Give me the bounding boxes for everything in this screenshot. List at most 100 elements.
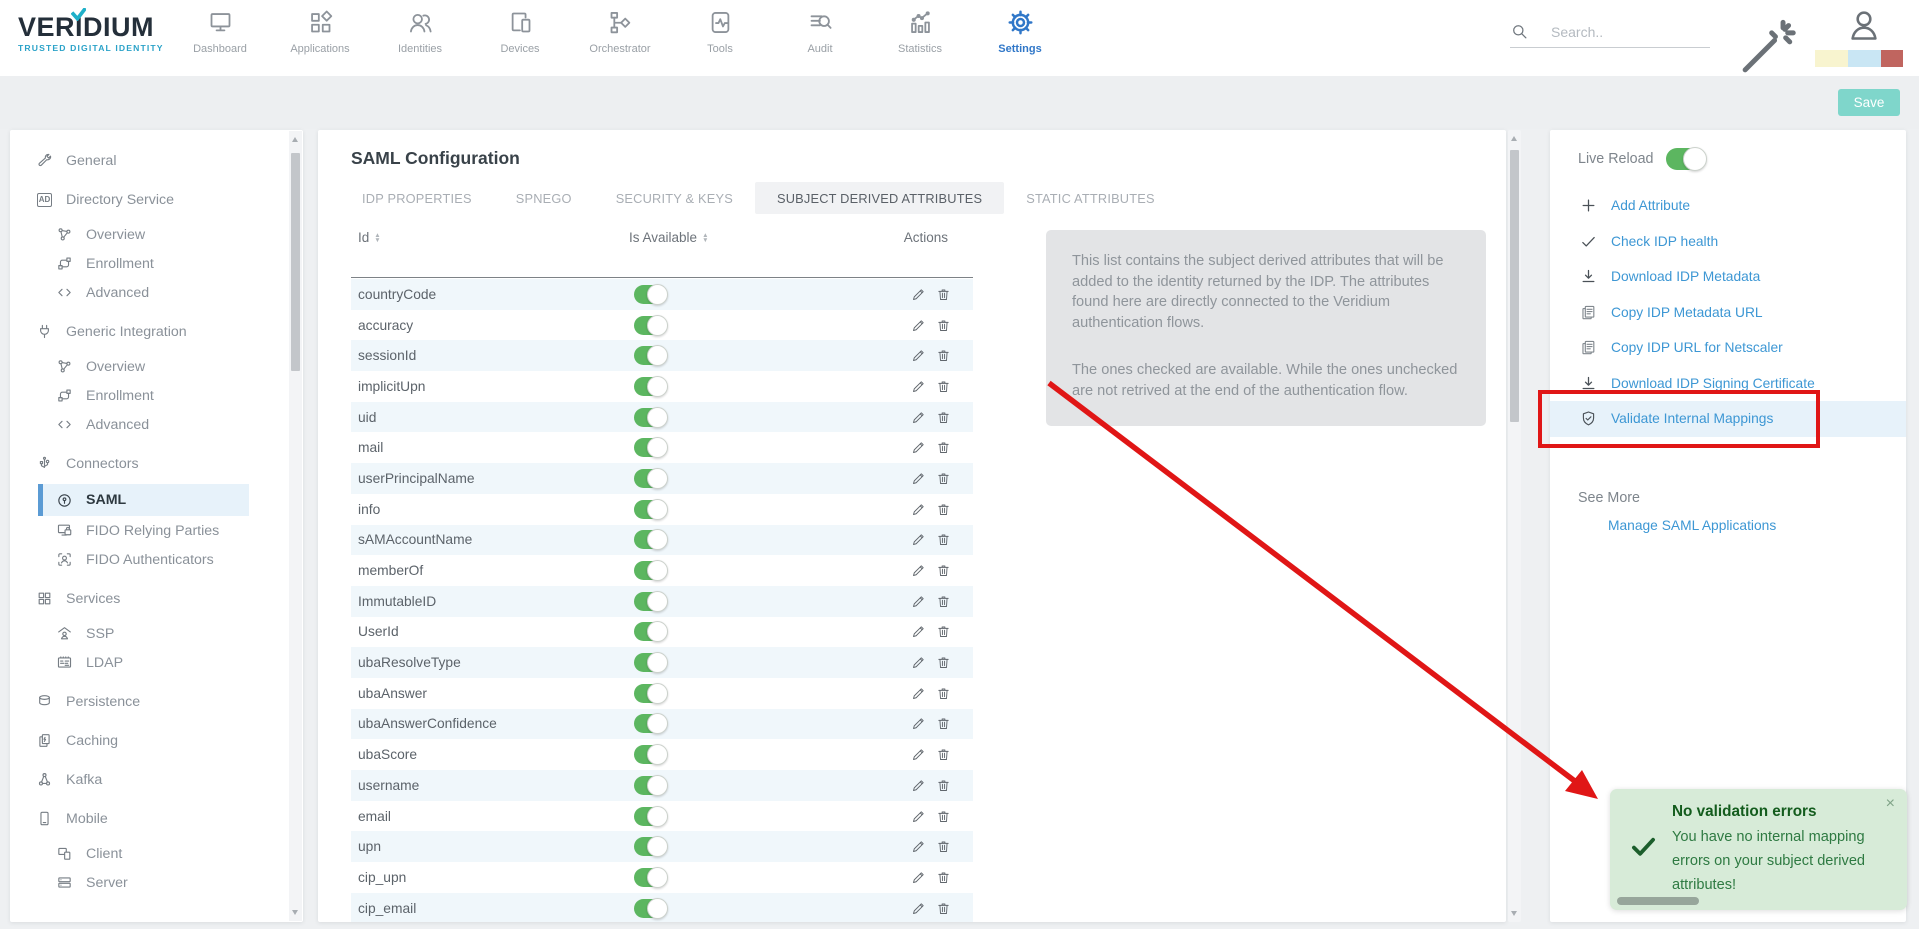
edit-icon[interactable] xyxy=(911,287,926,302)
nav-item[interactable]: Audit xyxy=(770,9,870,55)
edit-icon[interactable] xyxy=(911,870,926,885)
edit-icon[interactable] xyxy=(911,747,926,762)
sidebar-item[interactable]: Advanced xyxy=(10,278,303,307)
delete-icon[interactable] xyxy=(936,870,951,885)
delete-icon[interactable] xyxy=(936,655,951,670)
is-available-toggle[interactable] xyxy=(634,500,666,519)
delete-icon[interactable] xyxy=(936,839,951,854)
nav-item[interactable]: Applications xyxy=(270,9,370,55)
is-available-toggle[interactable] xyxy=(634,837,666,856)
edit-icon[interactable] xyxy=(911,471,926,486)
sidebar-item[interactable]: SSP xyxy=(10,619,303,648)
is-available-toggle[interactable] xyxy=(634,653,666,672)
edit-icon[interactable] xyxy=(911,716,926,731)
tab[interactable]: SUBJECT DERIVED ATTRIBUTES xyxy=(755,182,1004,214)
edit-icon[interactable] xyxy=(911,563,926,578)
delete-icon[interactable] xyxy=(936,563,951,578)
sidebar-scrollbar[interactable] xyxy=(289,131,302,921)
tab[interactable]: IDP PROPERTIES xyxy=(340,182,494,214)
delete-icon[interactable] xyxy=(936,410,951,425)
sidebar-item[interactable]: FIDO Authenticators xyxy=(10,545,303,574)
delete-icon[interactable] xyxy=(936,471,951,486)
sidebar-item[interactable]: Overview xyxy=(10,220,303,249)
edit-icon[interactable] xyxy=(911,901,926,916)
is-available-toggle[interactable] xyxy=(634,530,666,549)
column-header-is-available[interactable]: Is Available ▲▼ xyxy=(629,230,709,245)
delete-icon[interactable] xyxy=(936,809,951,824)
manage-saml-applications-link[interactable]: Manage SAML Applications xyxy=(1608,518,1776,533)
nav-item[interactable]: Identities xyxy=(370,9,470,55)
is-available-toggle[interactable] xyxy=(634,469,666,488)
delete-icon[interactable] xyxy=(936,778,951,793)
panel-action[interactable]: Validate Internal Mappings xyxy=(1550,401,1906,437)
sidebar-item[interactable]: Mobile xyxy=(10,804,303,833)
nav-item[interactable]: Settings xyxy=(970,9,1070,55)
delete-icon[interactable] xyxy=(936,594,951,609)
is-available-toggle[interactable] xyxy=(634,346,666,365)
sidebar-item[interactable]: Persistence xyxy=(10,687,303,716)
panel-action[interactable]: Copy IDP URL for Netscaler xyxy=(1550,330,1906,366)
sidebar-item[interactable]: Client xyxy=(10,839,303,868)
delete-icon[interactable] xyxy=(936,287,951,302)
is-available-toggle[interactable] xyxy=(634,561,666,580)
search-input[interactable] xyxy=(1549,23,1693,41)
veridium-logo[interactable]: VERIDIUM TRUSTED DIGITAL IDENTITY xyxy=(18,14,164,53)
delete-icon[interactable] xyxy=(936,379,951,394)
delete-icon[interactable] xyxy=(936,502,951,517)
panel-action[interactable]: Download IDP Metadata xyxy=(1550,259,1906,295)
sidebar-item[interactable]: Enrollment xyxy=(10,381,303,410)
edit-icon[interactable] xyxy=(911,440,926,455)
tab[interactable]: STATIC ATTRIBUTES xyxy=(1004,182,1177,214)
is-available-toggle[interactable] xyxy=(634,592,666,611)
tab[interactable]: SPNEGO xyxy=(494,182,594,214)
sidebar-item[interactable]: Caching xyxy=(10,726,303,755)
is-available-toggle[interactable] xyxy=(634,316,666,335)
panel-action[interactable]: Add Attribute xyxy=(1550,188,1906,224)
live-reload-toggle[interactable] xyxy=(1666,148,1706,170)
is-available-toggle[interactable] xyxy=(634,714,666,733)
nav-item[interactable]: Tools xyxy=(670,9,770,55)
delete-icon[interactable] xyxy=(936,348,951,363)
nav-item[interactable]: Dashboard xyxy=(170,9,270,55)
delete-icon[interactable] xyxy=(936,901,951,916)
is-available-toggle[interactable] xyxy=(634,622,666,641)
panel-action[interactable]: Copy IDP Metadata URL xyxy=(1550,295,1906,331)
scroll-up-icon[interactable] xyxy=(292,137,298,142)
edit-icon[interactable] xyxy=(911,348,926,363)
edit-icon[interactable] xyxy=(911,809,926,824)
edit-icon[interactable] xyxy=(911,624,926,639)
save-button[interactable]: Save xyxy=(1838,89,1900,116)
edit-icon[interactable] xyxy=(911,318,926,333)
nav-item[interactable]: Statistics xyxy=(870,9,970,55)
sidebar-item[interactable]: Enrollment xyxy=(10,249,303,278)
edit-icon[interactable] xyxy=(911,379,926,394)
is-available-toggle[interactable] xyxy=(634,899,666,918)
edit-icon[interactable] xyxy=(911,410,926,425)
is-available-toggle[interactable] xyxy=(634,408,666,427)
sidebar-item[interactable]: Overview xyxy=(10,352,303,381)
edit-icon[interactable] xyxy=(911,594,926,609)
close-icon[interactable] xyxy=(1886,795,1895,813)
scroll-up-icon[interactable] xyxy=(1511,136,1517,141)
sidebar-item[interactable]: SAML xyxy=(38,484,249,516)
panel-action[interactable]: Download IDP Signing Certificate xyxy=(1550,366,1906,402)
is-available-toggle[interactable] xyxy=(634,745,666,764)
sidebar-item[interactable]: Connectors xyxy=(10,449,303,478)
edit-icon[interactable] xyxy=(911,502,926,517)
is-available-toggle[interactable] xyxy=(634,868,666,887)
is-available-toggle[interactable] xyxy=(634,377,666,396)
nav-item[interactable]: Orchestrator xyxy=(570,9,670,55)
tab[interactable]: SECURITY & KEYS xyxy=(594,182,755,214)
edit-icon[interactable] xyxy=(911,655,926,670)
scroll-down-icon[interactable] xyxy=(1511,911,1517,916)
sidebar-item[interactable]: AD Directory Service xyxy=(10,185,303,214)
delete-icon[interactable] xyxy=(936,686,951,701)
delete-icon[interactable] xyxy=(936,624,951,639)
sidebar-item[interactable]: General xyxy=(10,146,303,175)
content-scrollbar[interactable] xyxy=(1508,130,1521,922)
is-available-toggle[interactable] xyxy=(634,684,666,703)
scrollbar-thumb[interactable] xyxy=(291,153,300,371)
sidebar-item[interactable]: FIDO Relying Parties xyxy=(10,516,303,545)
delete-icon[interactable] xyxy=(936,532,951,547)
edit-icon[interactable] xyxy=(911,686,926,701)
